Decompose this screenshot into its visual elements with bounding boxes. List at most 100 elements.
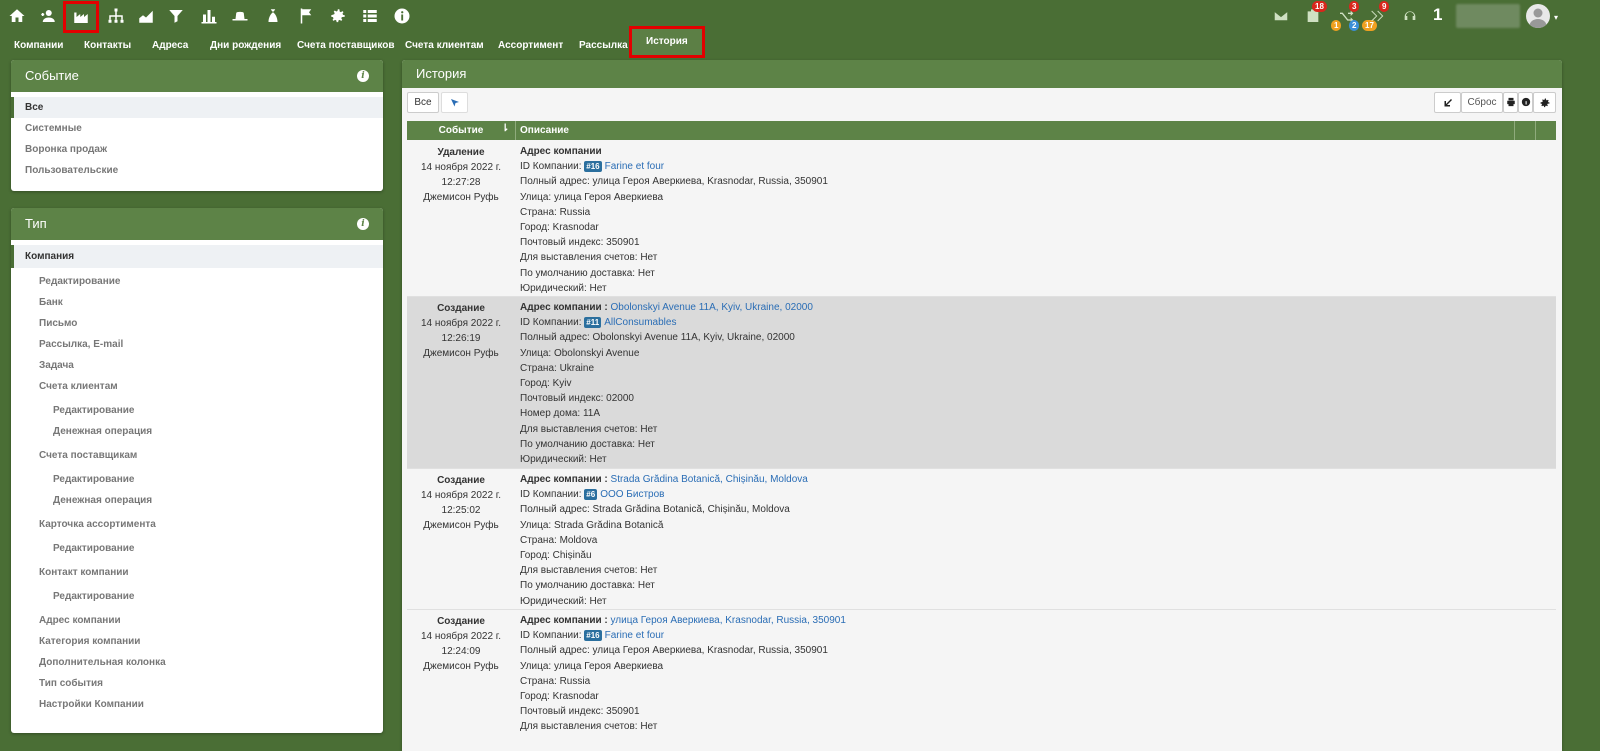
type-company-category[interactable]: Категория компании xyxy=(11,631,383,652)
event-filter-system[interactable]: Системные xyxy=(11,118,383,139)
collapse-icon[interactable] xyxy=(1434,92,1461,113)
headset-icon[interactable] xyxy=(1400,6,1420,26)
tab-mailing[interactable]: Рассылка xyxy=(575,33,632,59)
type-assortment-card[interactable]: Карточка ассортимента xyxy=(11,514,383,535)
tab-companies[interactable]: Компании xyxy=(10,33,67,59)
desc-line: Полный адрес: улица Героя Аверкиева, Kra… xyxy=(520,176,828,188)
area-chart-icon[interactable] xyxy=(135,5,157,27)
top-toolbar: 18 1 3 2 17 9 1 ▾ xyxy=(0,0,1600,33)
desc-line: Город: Krasnodar xyxy=(520,690,599,702)
tab-history[interactable]: История xyxy=(629,26,705,58)
desc-line: Почтовый индекс: 350901 xyxy=(520,237,640,249)
user-add-icon[interactable] xyxy=(37,5,59,27)
counter: 1 xyxy=(1433,5,1443,24)
type-bank[interactable]: Банк xyxy=(11,292,383,313)
type-supplier-invoices-money[interactable]: Денежная операция xyxy=(11,490,383,511)
type-company-contact[interactable]: Контакт компании xyxy=(11,562,383,583)
tab-assortment[interactable]: Ассортимент xyxy=(494,33,567,59)
desc-line: По умолчанию доставка: Нет xyxy=(520,267,655,279)
tab-client-invoices[interactable]: Счета клиентам xyxy=(401,33,488,59)
type-client-invoices-edit[interactable]: Редактирование xyxy=(11,400,383,421)
col-description[interactable]: Описание xyxy=(520,121,569,140)
desc-line: Для выставления счетов: Нет xyxy=(520,252,658,264)
info-icon[interactable]: i xyxy=(357,218,369,230)
event-user: Джемисон Руфь xyxy=(423,520,499,531)
tab-birthdays[interactable]: Дни рождения xyxy=(206,33,285,59)
address-link[interactable]: Strada Grădina Botanică, Chișinău, Moldo… xyxy=(611,474,808,485)
id-label: ID Компании: xyxy=(520,630,582,642)
hat-icon[interactable] xyxy=(229,5,251,27)
type-company-settings[interactable]: Настройки Компании xyxy=(11,694,383,715)
type-task[interactable]: Задача xyxy=(11,355,383,376)
type-company-address[interactable]: Адрес компании xyxy=(11,610,383,631)
mail-icon[interactable] xyxy=(1271,6,1291,26)
desc-line: Улица: улица Героя Аверкиева xyxy=(520,660,664,672)
money-bag-icon[interactable] xyxy=(262,5,284,27)
address-link[interactable]: Obolonskyi Avenue 11A, Kyiv, Ukraine, 02… xyxy=(611,302,813,313)
event-date: 14 ноября 2022 г. xyxy=(421,631,501,642)
factory-icon[interactable] xyxy=(63,1,99,33)
type-contact-edit[interactable]: Редактирование xyxy=(11,586,383,607)
event-filter-sales-funnel[interactable]: Воронка продаж xyxy=(11,139,383,160)
shuffle-badge: 3 xyxy=(1349,1,1360,12)
sort-icon[interactable]: ⇂ xyxy=(501,123,509,134)
tab-supplier-invoices[interactable]: Счета поставщиков xyxy=(293,33,398,59)
company-link[interactable]: Farine et four xyxy=(605,161,664,172)
company-link[interactable]: Farine et four xyxy=(605,630,664,641)
print-icon[interactable] xyxy=(1503,92,1518,113)
filter-icon[interactable] xyxy=(165,5,187,27)
event-time: 12:27:28 xyxy=(441,177,481,188)
type-supplier-invoices-edit[interactable]: Редактирование xyxy=(11,469,383,490)
tab-contacts[interactable]: Контакты xyxy=(80,33,135,59)
chevron-down-icon[interactable]: ▾ xyxy=(1554,13,1558,22)
type-supplier-invoices[interactable]: Счета поставщикам xyxy=(11,445,383,466)
type-assortment-edit[interactable]: Редактирование xyxy=(11,538,383,559)
company-link[interactable]: AllConsumables xyxy=(604,317,676,328)
type-mailing-email[interactable]: Рассылка, E-mail xyxy=(11,334,383,355)
table-row[interactable]: Создание 14 ноября 2022 г. 12:26:19 Джем… xyxy=(407,297,1556,469)
avatar[interactable] xyxy=(1526,4,1550,28)
event-filter-custom[interactable]: Пользовательские xyxy=(11,160,383,181)
type-client-invoices[interactable]: Счета клиентам xyxy=(11,376,383,397)
table-row[interactable]: Создание 14 ноября 2022 г. 12:24:09 Джем… xyxy=(407,610,1556,751)
table-row[interactable]: Создание 14 ноября 2022 г. 12:25:02 Джем… xyxy=(407,469,1556,610)
company-id-tag: #16 xyxy=(584,630,602,642)
home-icon[interactable] xyxy=(6,5,28,27)
type-client-invoices-money[interactable]: Денежная операция xyxy=(11,421,383,442)
history-table-header: Событие ⇂ Описание xyxy=(407,121,1556,140)
org-chart-icon[interactable] xyxy=(105,5,127,27)
reset-button[interactable]: Сброс xyxy=(1461,92,1503,113)
desc-heading: Адрес компании xyxy=(520,146,602,157)
event-time: 12:24:09 xyxy=(441,646,481,657)
col-event[interactable]: Событие xyxy=(407,121,515,140)
info-icon[interactable]: i xyxy=(357,70,369,82)
id-label: ID Компании: xyxy=(520,161,582,173)
event-filter-all[interactable]: Все xyxy=(11,97,383,118)
company-link[interactable]: ООО Бистров xyxy=(600,489,664,500)
gear-icon[interactable] xyxy=(327,5,349,27)
bar-chart-icon[interactable] xyxy=(198,5,220,27)
type-letter[interactable]: Письмо xyxy=(11,313,383,334)
filter-all-button[interactable]: Все xyxy=(407,92,439,113)
address-link[interactable]: улица Героя Аверкиева, Krasnodar, Russia… xyxy=(611,615,846,626)
info-icon[interactable] xyxy=(391,5,413,27)
desc-line: Для выставления счетов: Нет xyxy=(520,565,658,577)
table-row[interactable]: Удаление 14 ноября 2022 г. 12:27:28 Джем… xyxy=(407,141,1556,297)
tab-addresses[interactable]: Адреса xyxy=(148,33,192,59)
flag-icon[interactable] xyxy=(295,5,317,27)
desc-line: Город: Krasnodar xyxy=(520,221,599,233)
type-company-edit[interactable]: Редактирование xyxy=(11,271,383,292)
type-extra-column[interactable]: Дополнительная колонка xyxy=(11,652,383,673)
settings-gear-icon[interactable] xyxy=(1533,92,1556,113)
event-date: 14 ноября 2022 г. xyxy=(421,162,501,173)
list-icon[interactable] xyxy=(359,5,381,27)
desc-line: Для выставления счетов: Нет xyxy=(520,721,658,733)
desc-line: Полный адрес: Obolonskyi Avenue 11A, Kyi… xyxy=(520,332,795,344)
user-name-blurred[interactable] xyxy=(1456,4,1520,28)
type-event-type[interactable]: Тип события xyxy=(11,673,383,694)
event-user: Джемисон Руфь xyxy=(423,192,499,203)
id-label: ID Компании: xyxy=(520,317,582,329)
info-circle-icon[interactable] xyxy=(1518,92,1533,113)
pin-icon[interactable] xyxy=(441,92,468,113)
type-company[interactable]: Компания xyxy=(11,245,383,268)
